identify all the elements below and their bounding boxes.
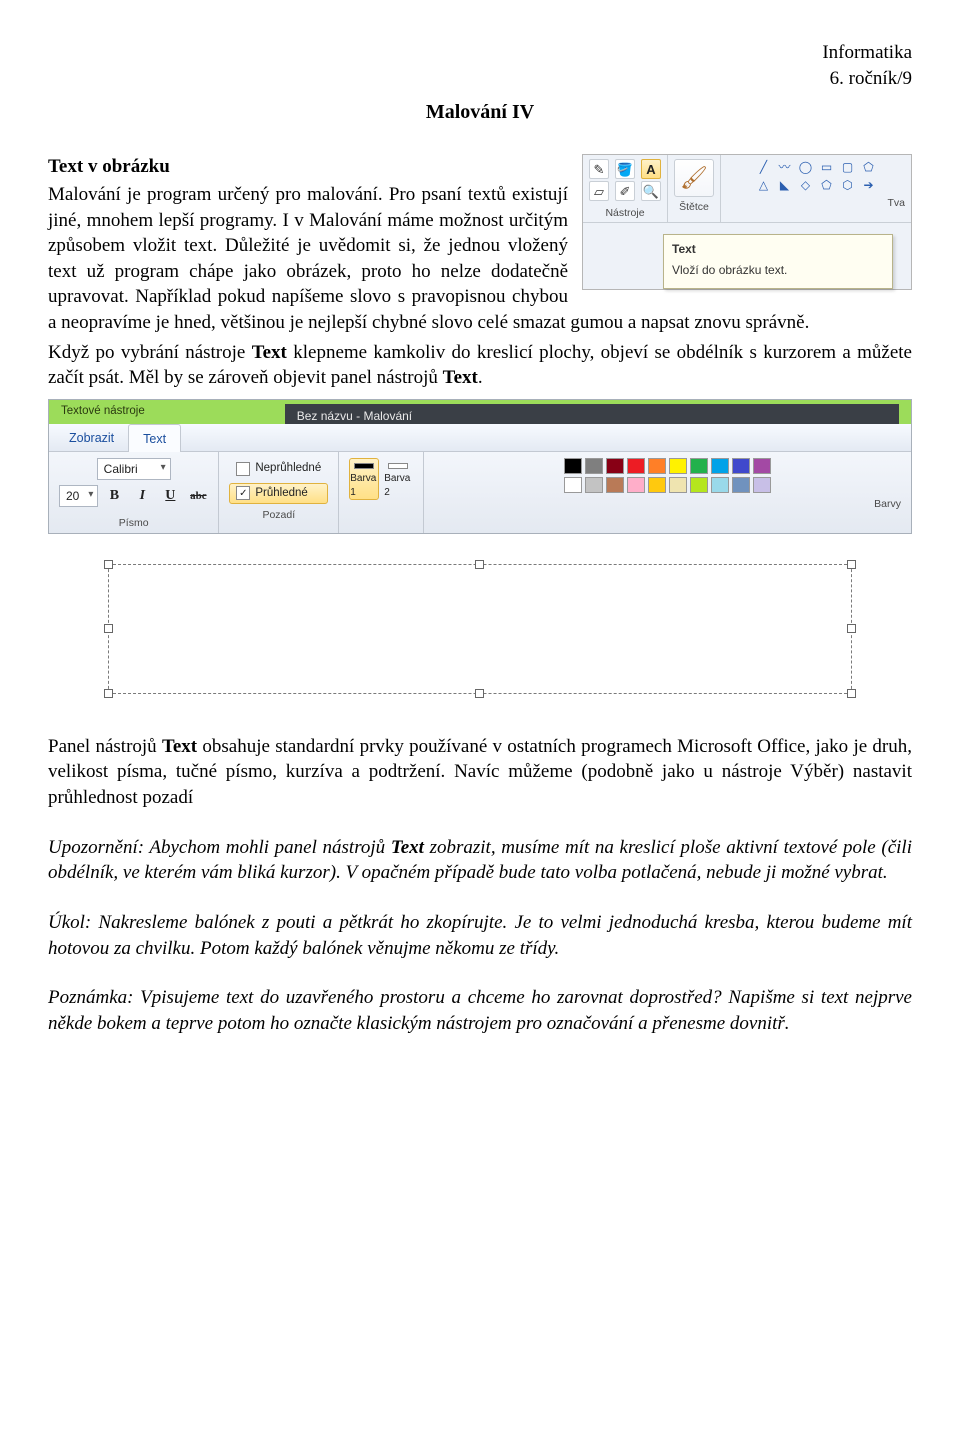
pencil-icon[interactable]: ✎	[589, 159, 609, 179]
group-font: Calibri 20 B I U abc Písmo	[49, 452, 219, 533]
color-palette[interactable]	[564, 458, 771, 493]
palette-swatch[interactable]	[732, 458, 750, 474]
context-tab-label: Textové nástroje	[61, 404, 145, 424]
palette-swatch[interactable]	[606, 477, 624, 493]
eraser-icon[interactable]: ▱	[589, 181, 609, 201]
palette-swatch[interactable]	[711, 458, 729, 474]
paragraph-2: Panel nástrojů Text obsahuje standardní …	[48, 734, 912, 811]
header-subject: Informatika	[48, 40, 912, 66]
brushes-button[interactable]: 🖌	[674, 159, 714, 197]
text-selection-rectangle[interactable]	[108, 564, 852, 694]
palette-swatch[interactable]	[564, 477, 582, 493]
tab-text[interactable]: Text	[128, 424, 181, 452]
warning-paragraph: Upozornění: Abychom mohli panel nástrojů…	[48, 835, 912, 886]
group-background: Neprůhledné ✓ Průhledné Pozadí	[219, 452, 339, 533]
shape-tri-icon[interactable]: △	[755, 177, 773, 193]
palette-swatch[interactable]	[732, 477, 750, 493]
page-title: Malování IV	[48, 99, 912, 126]
shape-arrowr-icon[interactable]: ➔	[860, 177, 878, 193]
group-active-colors: Barva 1 Barva 2	[339, 452, 424, 533]
color2-button[interactable]: Barva 2	[383, 458, 413, 500]
shape-hex-icon[interactable]: ⬡	[839, 177, 857, 193]
shape-curve-icon[interactable]: 〰	[776, 159, 794, 175]
bg-transparent-option[interactable]: ✓ Průhledné	[229, 483, 328, 505]
shape-rtri-icon[interactable]: ◣	[776, 177, 794, 193]
color1-swatch	[354, 463, 374, 469]
resize-handle[interactable]	[847, 689, 856, 698]
palette-swatch[interactable]	[606, 458, 624, 474]
shapes-gallery[interactable]: ╱〰◯▭▢⬠ △◣◇⬠⬡➔	[755, 159, 878, 193]
bold-button[interactable]: B	[104, 487, 124, 505]
text-icon[interactable]: A	[641, 159, 661, 179]
shape-line-icon[interactable]: ╱	[755, 159, 773, 175]
palette-swatch[interactable]	[564, 458, 582, 474]
bg-opaque-option[interactable]: Neprůhledné	[229, 458, 328, 480]
underline-button[interactable]: U	[160, 487, 180, 505]
palette-swatch[interactable]	[753, 458, 771, 474]
palette-swatch[interactable]	[627, 458, 645, 474]
tooltip-title: Text	[672, 241, 884, 257]
shape-oval-icon[interactable]: ◯	[797, 159, 815, 175]
shape-roundrect-icon[interactable]: ▢	[839, 159, 857, 175]
palette-swatch[interactable]	[669, 477, 687, 493]
palette-swatch[interactable]	[711, 477, 729, 493]
group-label-colors: Barvy	[874, 497, 901, 511]
resize-handle[interactable]	[475, 560, 484, 569]
text-tool-tooltip: Text Vloží do obrázku text.	[663, 234, 893, 288]
note-paragraph: Poznámka: Vpisujeme text do uzavřeného p…	[48, 985, 912, 1036]
text-ribbon: Textové nástroje Bez názvu - Malování Zo…	[48, 399, 912, 534]
italic-button[interactable]: I	[132, 487, 152, 505]
shape-poly-icon[interactable]: ⬠	[860, 159, 878, 175]
tools-ribbon-snippet: ✎ 🪣 A ▱ ✐ 🔍 Nástroje 🖌 Štětce ╱〰◯▭▢⬠ △◣◇…	[582, 154, 912, 290]
shape-rect-icon[interactable]: ▭	[818, 159, 836, 175]
window-title: Bez názvu - Malování	[285, 404, 899, 424]
strike-button[interactable]: abc	[188, 487, 208, 505]
font-name-dropdown[interactable]: Calibri	[97, 458, 171, 480]
palette-swatch[interactable]	[690, 458, 708, 474]
shape-pent-icon[interactable]: ⬠	[818, 177, 836, 193]
palette-swatch[interactable]	[753, 477, 771, 493]
tab-view[interactable]: Zobrazit	[55, 424, 128, 451]
palette-swatch[interactable]	[690, 477, 708, 493]
picker-icon[interactable]: ✐	[615, 181, 635, 201]
checkbox-icon: ✓	[236, 486, 250, 500]
paragraph-1b: Když po vybrání nástroje Text klepneme k…	[48, 340, 912, 391]
task-paragraph: Úkol: Nakresleme balónek z pouti a pětkr…	[48, 910, 912, 961]
brushes-label: Štětce	[679, 200, 709, 214]
group-label-tools: Nástroje	[605, 206, 644, 220]
color1-button[interactable]: Barva 1	[349, 458, 379, 500]
palette-swatch[interactable]	[648, 477, 666, 493]
palette-swatch[interactable]	[669, 458, 687, 474]
resize-handle[interactable]	[104, 689, 113, 698]
palette-swatch[interactable]	[585, 477, 603, 493]
resize-handle[interactable]	[104, 560, 113, 569]
resize-handle[interactable]	[475, 689, 484, 698]
group-palette: Barvy	[424, 452, 911, 533]
palette-swatch[interactable]	[648, 458, 666, 474]
tooltip-body: Vloží do obrázku text.	[672, 262, 884, 278]
checkbox-icon	[236, 462, 250, 476]
color2-swatch	[388, 463, 408, 469]
group-label-font: Písmo	[119, 516, 149, 530]
shape-diamond-icon[interactable]: ◇	[797, 177, 815, 193]
header-grade: 6. ročník/9	[48, 66, 912, 92]
group-label-shapes: Tva	[887, 196, 905, 210]
group-label-bg: Pozadí	[262, 508, 295, 522]
fill-icon[interactable]: 🪣	[615, 159, 635, 179]
resize-handle[interactable]	[847, 624, 856, 633]
palette-swatch[interactable]	[585, 458, 603, 474]
zoom-icon[interactable]: 🔍	[641, 181, 661, 201]
font-size-dropdown[interactable]: 20	[59, 485, 98, 507]
palette-swatch[interactable]	[627, 477, 645, 493]
resize-handle[interactable]	[847, 560, 856, 569]
resize-handle[interactable]	[104, 624, 113, 633]
